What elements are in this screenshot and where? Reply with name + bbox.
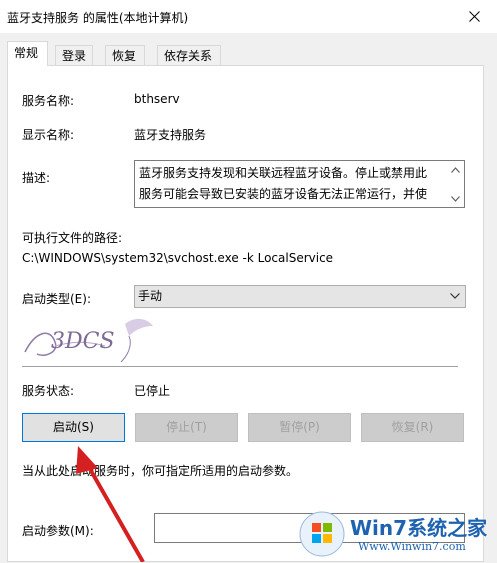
service-status-label: 服务状态: [22,384,75,398]
tab-general[interactable]: 常规 [7,41,48,66]
startup-type-select[interactable]: 手动 [134,285,466,308]
tab-logon[interactable]: 登录 [55,45,93,65]
resume-button[interactable]: 恢复(R) [361,413,464,442]
display-name-label: 显示名称: [22,128,75,142]
watermark-logo: 3DCS [24,318,153,363]
close-button[interactable] [451,0,497,33]
service-name-label: 服务名称: [22,94,75,108]
description-label: 描述: [22,171,51,185]
stop-button[interactable]: 停止(T) [135,413,238,442]
pause-button[interactable]: 暂停(P) [248,413,351,442]
brand-url: Www.Winwin7.com [358,540,466,553]
brand-logo: Win7系统之家 Www.Winwin7.com [298,508,494,560]
window-title: 蓝牙支持服务 的属性(本地计算机) [7,11,189,25]
close-icon [468,11,480,22]
watermark-text: 3DCS [51,329,115,354]
chevron-down-icon [450,293,460,299]
scroll-up-icon[interactable] [451,167,460,173]
separator [22,366,458,367]
scroll-down-icon[interactable] [451,196,460,202]
service-status-value: 已停止 [134,384,171,398]
description-line-1: 蓝牙服务支持发现和关联远程蓝牙设备。停止或禁用此 [139,166,428,180]
description-scrollbar[interactable] [447,161,464,207]
display-name-value: 蓝牙支持服务 [134,128,207,142]
startup-params-label: 启动参数(M): [22,524,94,538]
brand-name: Win7系统之家 [350,516,488,540]
tab-recovery[interactable]: 恢复 [105,45,145,65]
startup-type-value: 手动 [138,289,163,303]
start-button[interactable]: 启动(S) [22,413,125,442]
title-bar: 蓝牙支持服务 的属性(本地计算机) [0,0,497,33]
description-line-2: 服务可能会导致已安装的蓝牙设备无法正常运行，并使 [139,187,428,201]
tab-dependencies[interactable]: 依存关系 [157,45,221,65]
startup-hint-text: 当从此处启动服务时，你可指定所适用的启动参数。 [22,464,299,478]
description-box[interactable]: 蓝牙服务支持发现和关联远程蓝牙设备。停止或禁用此 服务可能会导致已安装的蓝牙设备… [134,160,465,208]
startup-type-label: 启动类型(E): [22,292,91,306]
path-value: C:\WINDOWS\system32\svchost.exe -k Local… [22,251,334,265]
path-label: 可执行文件的路径: [22,231,123,245]
service-name-value: bthserv [134,92,180,106]
